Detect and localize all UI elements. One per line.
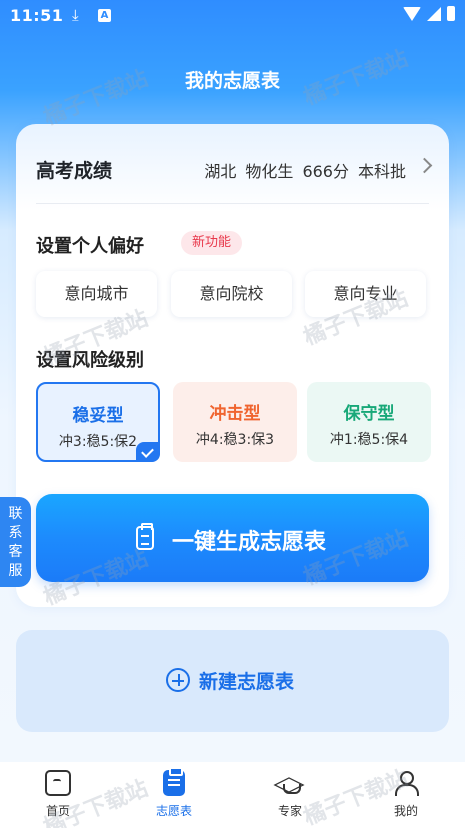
pref-major-button[interactable]: 意向专业 (305, 271, 426, 317)
status-icons (403, 6, 455, 21)
score-values: 湖北 物化生 666分 本科批 (195, 158, 406, 182)
service-char: 系 (8, 525, 23, 541)
score-subject: 物化生 (245, 162, 294, 181)
risk-option-name: 稳妥型 (72, 406, 124, 426)
tab-mine[interactable]: 我的 (348, 770, 464, 819)
home-icon (45, 770, 71, 796)
customer-service-tab[interactable]: 联 系 客 服 (0, 497, 31, 587)
wifi-icon (403, 6, 421, 21)
notification-icon: A (98, 9, 111, 22)
tab-home[interactable]: 首页 (0, 770, 116, 819)
divider (36, 203, 429, 204)
user-icon (393, 770, 419, 796)
risk-title: 设置风险级别 (36, 350, 144, 371)
risk-option-steady[interactable]: 稳妥型 冲3:稳5:保2 (36, 382, 160, 462)
download-icon: ⤓ (72, 6, 79, 24)
score-province: 湖北 (204, 162, 237, 181)
tab-experts[interactable]: 专家 (232, 770, 348, 819)
graduation-cap-icon (277, 770, 303, 796)
page-title: 我的志愿表 (184, 70, 280, 92)
checkmark-icon (136, 442, 160, 462)
service-char: 客 (8, 544, 23, 560)
bottom-tab-bar: 首页 志愿表 专家 我的 (0, 762, 465, 828)
new-table-card[interactable]: 新建志愿表 (16, 630, 449, 732)
risk-option-ratio: 冲1:稳5:保4 (329, 432, 409, 448)
score-row[interactable]: 高考成绩 湖北 物化生 666分 本科批 (36, 154, 436, 184)
signal-icon (427, 6, 441, 21)
tab-label: 首页 (45, 804, 70, 818)
main-card: 高考成绩 湖北 物化生 666分 本科批 设置个人偏好 新功能 意向城市 意向院校 意… (16, 124, 449, 607)
battery-icon (447, 6, 455, 21)
risk-option-ratio: 冲4:稳3:保3 (195, 432, 275, 448)
preference-title: 设置个人偏好 (36, 236, 144, 257)
risk-option-conservative[interactable]: 保守型 冲1:稳5:保4 (307, 382, 431, 462)
score-batch: 本科批 (357, 162, 406, 181)
service-char: 联 (8, 506, 23, 522)
generate-table-button[interactable]: 一键生成志愿表 (36, 494, 429, 582)
tab-label: 我的 (393, 804, 418, 818)
pref-city-button[interactable]: 意向城市 (36, 271, 157, 317)
score-points: 666分 (302, 162, 349, 181)
tab-label: 专家 (277, 804, 302, 818)
new-feature-badge: 新功能 (181, 231, 243, 255)
tab-label: 志愿表 (155, 804, 192, 818)
chevron-right-icon (416, 157, 433, 174)
service-char: 服 (8, 563, 23, 579)
pref-school-button[interactable]: 意向院校 (171, 271, 292, 317)
risk-option-name: 保守型 (343, 404, 395, 424)
tab-volunteer-table[interactable]: 志愿表 (116, 767, 232, 819)
status-time: 11:51 (10, 6, 64, 25)
new-table-label: 新建志愿表 (199, 671, 295, 693)
clipboard-icon (136, 523, 154, 550)
status-bar: 11:51 ⤓ A (0, 0, 465, 32)
score-label: 高考成绩 (36, 160, 113, 182)
plus-circle-icon (166, 668, 190, 692)
list-icon (163, 767, 185, 796)
risk-option-aggressive[interactable]: 冲击型 冲4:稳3:保3 (173, 382, 297, 462)
risk-option-name: 冲击型 (209, 404, 261, 424)
generate-table-label: 一键生成志愿表 (172, 530, 327, 555)
